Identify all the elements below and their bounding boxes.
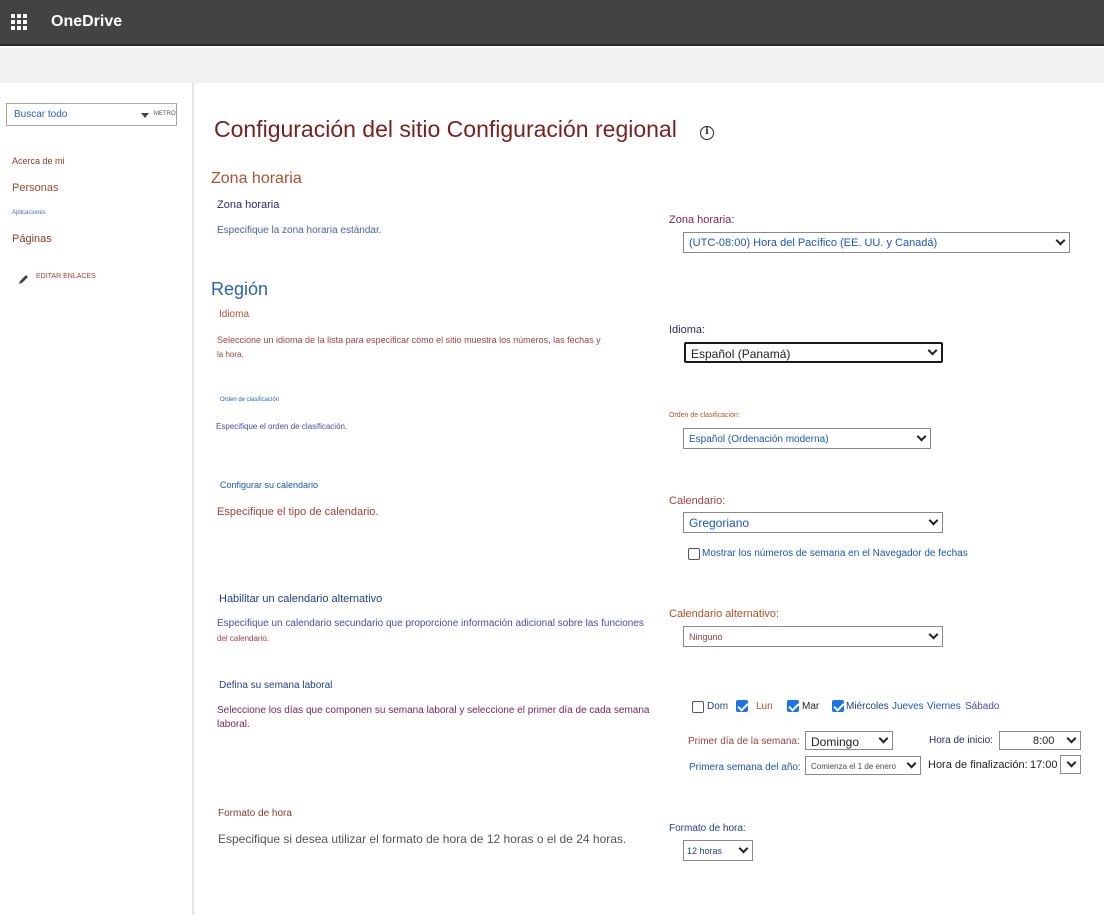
sort-order-description: Especifique el orden de clasificación. (216, 422, 348, 431)
chevron-down-icon (878, 733, 889, 744)
chevron-down-icon (738, 843, 749, 854)
work-week-description-line2: laboral. (217, 719, 250, 730)
sort-order-select[interactable]: Español (Ordenación moderna) (683, 428, 931, 449)
time-zone-select[interactable]: (UTC-08:00) Hora del Pacífico (EE. UU. y… (683, 232, 1070, 253)
time-format-label: Formato de hora (218, 808, 292, 819)
day-checkbox-mar[interactable] (787, 700, 799, 712)
time-format-field-label: Formato de hora: (669, 823, 746, 834)
day-label-lun: Lun (756, 701, 773, 712)
day-label-mar: Mar (802, 701, 820, 712)
first-week-select[interactable]: Comienza el 1 de enero (805, 756, 921, 775)
day-checkbox-lun[interactable] (736, 700, 748, 712)
alt-calendar-label: Habilitar un calendario alternativo (219, 593, 383, 605)
calendar-field-label: Calendario: (669, 495, 726, 507)
search-scope: METRO (154, 111, 176, 117)
time-zone-description: Especifique la zona horaria estándar. (217, 225, 382, 236)
language-description: Seleccione un idioma de la lista para es… (217, 335, 601, 345)
time-format-value: 12 horas (687, 846, 723, 856)
chevron-down-icon (916, 431, 927, 442)
page-title: Configuración del sitio Configuración re… (214, 116, 677, 142)
day-label-miercoles: Miércoles (846, 701, 889, 712)
command-bar (0, 48, 1104, 83)
start-time-label: Hora de inicio: (929, 735, 993, 746)
sort-order-field-label: Orden de clasificación: (669, 412, 740, 419)
edit-pencil-icon[interactable] (18, 273, 30, 285)
chevron-down-icon[interactable] (141, 113, 149, 118)
first-week-label: Primera semana del año: (689, 762, 801, 773)
calendar-value: Gregoriano (689, 516, 750, 530)
language-description-line1: Seleccione un idioma de la lista para es… (217, 335, 601, 345)
sort-order-label: Orden de clasificación (220, 397, 280, 403)
nav-item-people[interactable]: Personas (12, 182, 58, 194)
time-format-select[interactable]: 12 horas (683, 840, 753, 861)
day-label-jueves[interactable]: Jueves (892, 701, 924, 712)
sort-order-value: Español (Ordenación moderna) (689, 434, 829, 445)
chevron-down-icon (1066, 757, 1077, 768)
time-zone-field-label: Zona horaria: (669, 214, 735, 226)
work-week-description-line1: Seleccione los días que componen su sema… (217, 705, 650, 716)
first-day-label: Primer día de la semana: (688, 736, 800, 747)
week-numbers-checkbox[interactable] (688, 548, 700, 560)
first-week-value: Comienza el 1 de enero (811, 762, 896, 771)
top-bar: OneDrive (0, 0, 1104, 46)
alt-calendar-description-line1: Especifique un calendario secundario que… (217, 618, 644, 629)
app-launcher-icon[interactable] (11, 14, 27, 30)
first-day-select[interactable]: Domingo (805, 731, 893, 750)
time-zone-value: (UTC-08:00) Hora del Pacífico (EE. UU. y… (689, 237, 938, 249)
week-numbers-label: Mostrar los números de semana en el Nave… (702, 548, 968, 559)
language-select[interactable]: Español (Panamá) (684, 342, 943, 363)
chevron-down-icon (927, 345, 938, 356)
time-format-description: Especifique si desea utilizar el formato… (218, 832, 627, 846)
chevron-down-icon (906, 758, 917, 769)
left-navigation: Buscar todo METRO Acerca de mi Personas … (0, 83, 194, 915)
end-time-select[interactable] (1060, 755, 1081, 774)
day-label-viernes[interactable]: Viernes (927, 701, 961, 712)
end-time-value[interactable]: 17:00 (1030, 759, 1058, 771)
calendar-description: Especifique el tipo de calendario. (217, 506, 379, 518)
time-zone-label: Zona horaria (217, 199, 280, 211)
day-label-sabado[interactable]: Sábado (965, 701, 999, 712)
alt-calendar-description-line2: del calendario. (217, 634, 270, 643)
work-week-label: Defina su semana laboral (219, 680, 333, 691)
alt-calendar-field-label: Calendario alternativo: (669, 608, 780, 620)
language-label: Idioma (219, 309, 250, 320)
nav-item-pages[interactable]: Páginas (12, 233, 52, 245)
language-field-label: Idioma: (669, 324, 706, 336)
app-title[interactable]: OneDrive (51, 13, 122, 31)
end-time-label: Hora de finalización: (928, 759, 1028, 771)
day-label-dom: Dom (707, 701, 729, 712)
region-section-title: Región (211, 279, 269, 299)
calendar-label: Configurar su calendario (220, 480, 319, 490)
language-value: Español (Panamá) (691, 347, 791, 361)
calendar-select[interactable]: Gregoriano (683, 512, 943, 533)
day-checkbox-dom[interactable] (692, 701, 704, 713)
day-checkbox-miercoles[interactable] (832, 700, 844, 712)
search-box[interactable]: Buscar todo METRO (6, 103, 177, 126)
language-description-line2: la hora. (217, 350, 244, 359)
alt-calendar-select[interactable]: Ninguno (683, 626, 943, 647)
first-day-value: Domingo (811, 735, 860, 749)
chevron-down-icon (1066, 733, 1077, 744)
start-time-value: 8:00 (1033, 735, 1055, 747)
start-time-select[interactable]: 8:00 (999, 731, 1081, 750)
chevron-down-icon (928, 629, 939, 640)
time-zone-section-title: Zona horaria (211, 170, 302, 187)
edit-links-link[interactable]: EDITAR ENLACES (36, 273, 96, 280)
chevron-down-icon (1055, 235, 1066, 246)
search-input[interactable]: Buscar todo (14, 109, 67, 120)
nav-item-apps[interactable]: Aplicaciones (12, 210, 46, 216)
chevron-down-icon (928, 515, 939, 526)
nav-item-about[interactable]: Acerca de mi (12, 156, 65, 166)
main-content: Configuración del sitio Configuración re… (196, 83, 1104, 915)
info-icon[interactable]: i (700, 126, 714, 140)
alt-calendar-value: Ninguno (689, 632, 723, 642)
